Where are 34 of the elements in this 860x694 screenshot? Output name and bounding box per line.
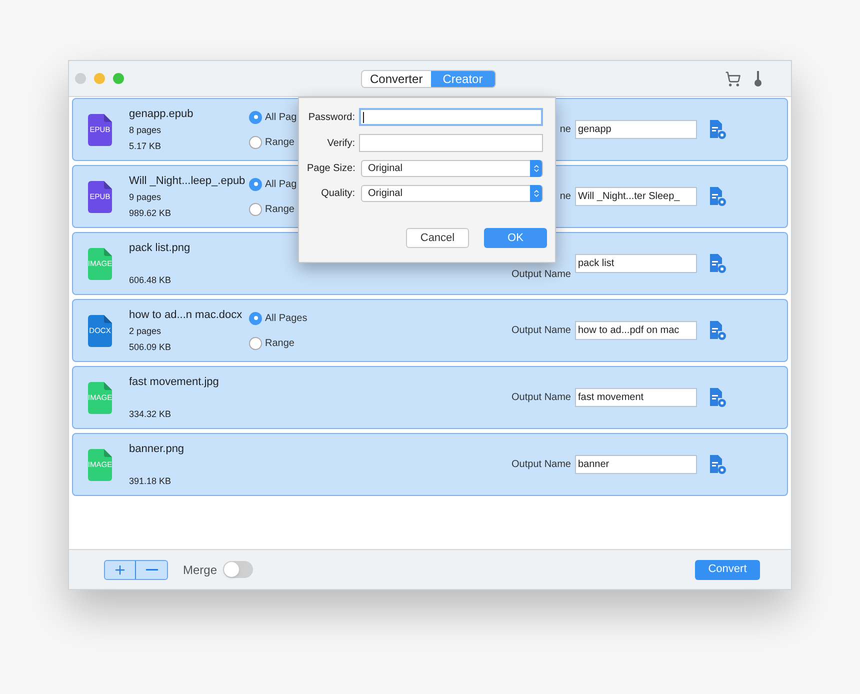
file-size: 334.32 KB <box>129 408 172 421</box>
file-name: genapp.epub <box>129 106 194 122</box>
selected-value: Original <box>368 187 402 201</box>
output-name-label: ne <box>560 123 571 137</box>
radio-label: All Pages <box>265 312 308 326</box>
output-name-label: Output Name <box>512 458 571 472</box>
radio-label: Range <box>265 336 294 350</box>
file-size: 391.18 KB <box>129 475 172 488</box>
file-name: how to ad...n mac.docx <box>129 308 244 322</box>
radio-label: Range <box>265 136 294 150</box>
radio-label: All Pag <box>265 178 297 192</box>
output-name-label: Output Name <box>512 324 571 338</box>
file-size: 989.62 KB <box>129 207 172 220</box>
page-count: 9 pages <box>129 191 162 204</box>
file-size: 506.09 KB <box>129 341 172 354</box>
radio-label: Range <box>265 202 294 216</box>
file-size: 606.48 KB <box>129 274 172 287</box>
output-name-label: ne <box>560 190 571 204</box>
merge-label: Merge <box>183 562 218 578</box>
field-label: Quality: <box>320 187 355 201</box>
radio-label: All Pag <box>265 110 297 124</box>
field-label: Verify: <box>326 136 355 150</box>
file-size: 5.17 KB <box>129 140 162 153</box>
output-name-label: Output Name <box>512 391 571 405</box>
field-label: Page Size: <box>307 162 355 176</box>
field-label: Password: <box>307 110 355 124</box>
file-name: fast movement.jpg <box>129 374 220 390</box>
output-name-label: Output Name <box>512 268 571 282</box>
file-name: banner.png <box>129 442 186 456</box>
file-name: pack list.png <box>129 240 192 256</box>
page-count: 2 pages <box>129 325 162 338</box>
file-name: Will _Night...leep_.epub <box>129 174 246 188</box>
page-count: 8 pages <box>129 124 162 138</box>
selected-value: Original <box>368 162 402 176</box>
